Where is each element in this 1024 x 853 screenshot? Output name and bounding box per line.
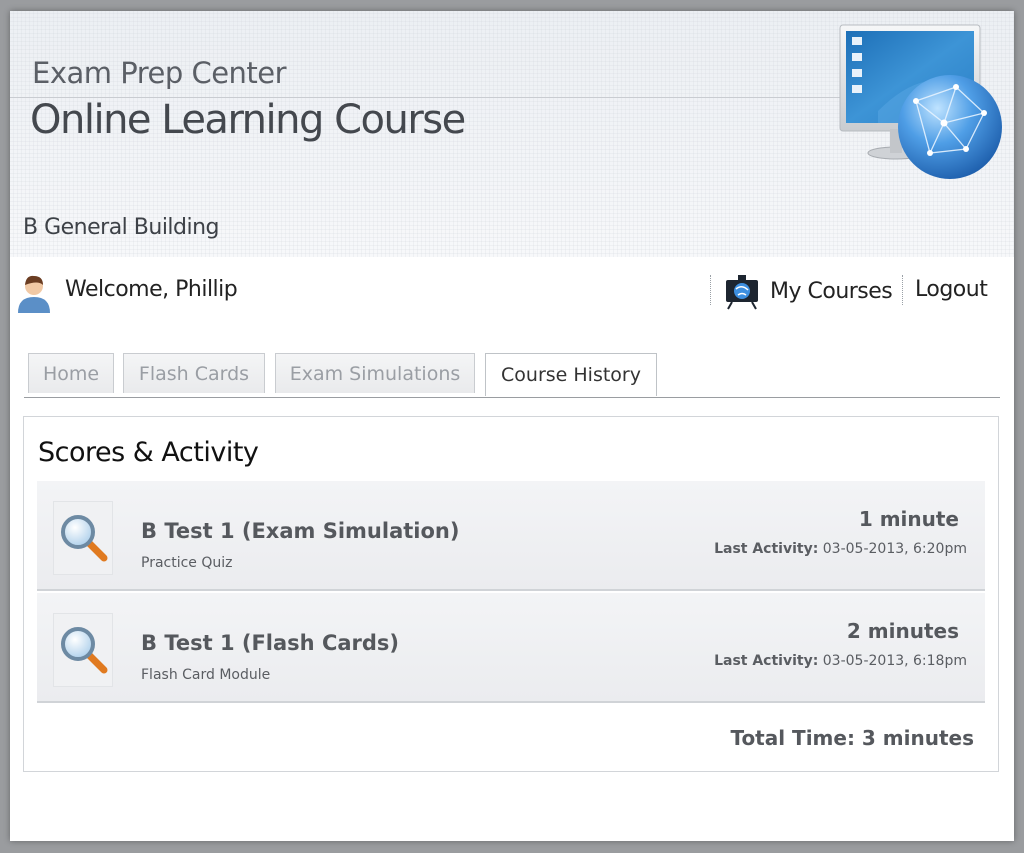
magnifier-icon xyxy=(61,515,108,562)
tab-exam-simulations[interactable]: Exam Simulations xyxy=(275,353,475,393)
activity-name: B Test 1 (Flash Cards) xyxy=(141,631,400,655)
divider xyxy=(902,275,903,305)
activity-row[interactable]: B Test 1 (Flash Cards) Flash Card Module… xyxy=(37,593,985,703)
user-avatar-icon xyxy=(18,275,50,313)
last-activity: Last Activity: 03-05-2013, 6:20pm xyxy=(714,541,967,557)
activity-row[interactable]: B Test 1 (Exam Simulation) Practice Quiz… xyxy=(37,481,985,591)
welcome-text: Welcome, Phillip xyxy=(65,277,238,302)
presentation-board-icon xyxy=(726,275,758,310)
user-bar: Welcome, Phillip My Courses Logout xyxy=(10,257,1014,327)
tab-bar: Home Flash Cards Exam Simulations Course… xyxy=(24,353,1000,398)
total-time: Total Time: 3 minutes xyxy=(730,726,974,750)
last-activity-label: Last Activity: xyxy=(714,653,819,669)
activity-name: B Test 1 (Exam Simulation) xyxy=(141,519,460,543)
panel-title: Scores & Activity xyxy=(38,437,259,468)
scores-panel: Scores & Activity B Test 1 (Exam Simulat… xyxy=(23,416,999,772)
last-activity-value: 03-05-2013, 6:18pm xyxy=(822,653,967,669)
last-activity-label: Last Activity: xyxy=(714,541,819,557)
site-header: Exam Prep Center Online Learning Course … xyxy=(10,11,1014,257)
tab-flash-cards[interactable]: Flash Cards xyxy=(123,353,265,393)
monitor-globe-icon xyxy=(839,24,1002,179)
tab-home[interactable]: Home xyxy=(28,353,114,393)
divider xyxy=(710,275,711,305)
course-title: Online Learning Course xyxy=(30,97,466,143)
building-name: B General Building xyxy=(23,215,220,240)
logout-link[interactable]: Logout xyxy=(915,277,988,302)
activity-icon-box xyxy=(53,613,113,687)
activity-duration: 2 minutes xyxy=(846,619,959,643)
tab-course-history[interactable]: Course History xyxy=(485,353,657,396)
my-courses-label: My Courses xyxy=(770,278,893,304)
last-activity-value: 03-05-2013, 6:20pm xyxy=(822,541,967,557)
my-courses-link[interactable]: My Courses xyxy=(722,271,893,311)
app-window: Exam Prep Center Online Learning Course … xyxy=(10,11,1014,841)
activity-type: Practice Quiz xyxy=(141,555,233,571)
last-activity: Last Activity: 03-05-2013, 6:18pm xyxy=(714,653,967,669)
activity-duration: 1 minute xyxy=(858,507,959,531)
center-name: Exam Prep Center xyxy=(32,56,287,90)
activity-type: Flash Card Module xyxy=(141,667,271,683)
activity-icon-box xyxy=(53,501,113,575)
magnifier-icon xyxy=(61,627,108,674)
